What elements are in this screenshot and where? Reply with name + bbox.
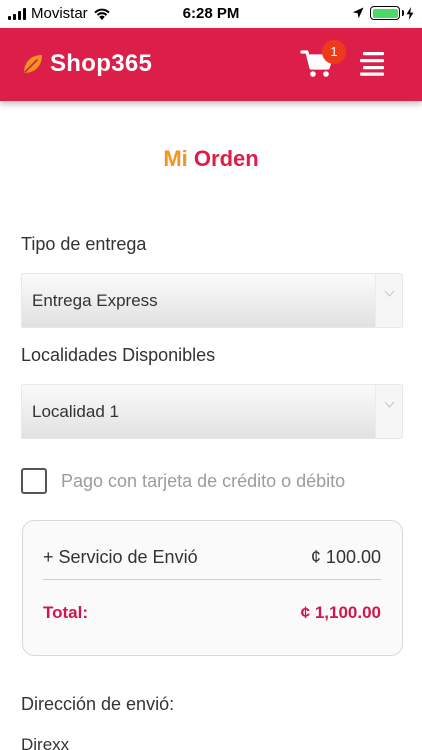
delivery-type-label: Tipo de entrega (21, 234, 147, 254)
shipping-address-value[interactable]: Direxx (21, 735, 69, 750)
total-row: Total: ¢ 1,100.00 (43, 603, 381, 623)
delivery-type-value: Entrega Express (32, 291, 158, 310)
order-summary-card: + Servicio de Envió ¢ 100.00 Total: ¢ 1,… (22, 520, 403, 656)
status-right (352, 6, 414, 20)
location-icon (352, 7, 364, 19)
delivery-type-select[interactable]: Entrega Express (21, 273, 403, 328)
leaf-logo-icon (24, 55, 42, 73)
brand-name: Shop365 (50, 50, 153, 77)
app-header: Shop365 1 (0, 28, 422, 101)
battery-icon (370, 6, 404, 20)
cart-count-badge[interactable]: 1 (322, 40, 346, 64)
shipping-label: + Servicio de Envió (43, 547, 198, 567)
select-arrow-box (375, 274, 402, 327)
card-payment-label: Pago con tarjeta de crédito o débito (61, 470, 346, 491)
shipping-row: + Servicio de Envió ¢ 100.00 (43, 547, 381, 568)
title-part-mi: Mi (163, 146, 188, 171)
locality-label: Localidades Disponibles (21, 345, 216, 365)
card-payment-option[interactable]: Pago con tarjeta de crédito o débito (21, 468, 345, 494)
menu-icon[interactable] (360, 50, 386, 76)
shipping-address-label: Dirección de envió: (21, 694, 175, 714)
locality-select[interactable]: Localidad 1 (21, 384, 403, 439)
charging-icon (406, 6, 414, 20)
card-payment-checkbox[interactable] (21, 468, 47, 494)
chevron-down-icon (384, 290, 395, 297)
app-screen: Movistar 6:28 PM Shop365 1 Mi Orden Tipo… (0, 0, 422, 750)
summary-divider (43, 579, 381, 580)
select-arrow-box (375, 385, 402, 438)
locality-value: Localidad 1 (32, 402, 119, 421)
status-bar: Movistar 6:28 PM (0, 0, 422, 28)
order-content: Mi Orden Tipo de entrega Entrega Express… (0, 101, 422, 750)
brand-logo[interactable]: Shop365 (22, 50, 152, 78)
total-value: ¢ 1,100.00 (300, 603, 381, 622)
total-label: Total: (43, 603, 89, 622)
title-part-orden: Orden (193, 146, 259, 171)
page-title: Mi Orden (0, 146, 422, 172)
shipping-value: ¢ 100.00 (310, 547, 381, 567)
chevron-down-icon (384, 401, 395, 408)
